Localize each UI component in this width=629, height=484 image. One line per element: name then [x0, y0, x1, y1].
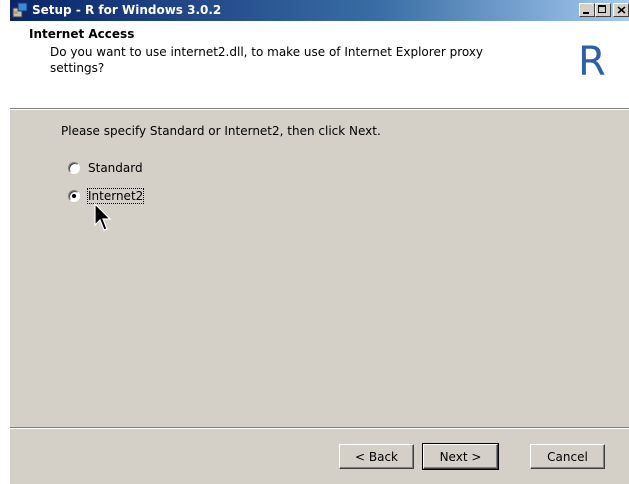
close-button[interactable] [613, 3, 629, 17]
r-logo: R [578, 39, 606, 85]
cancel-button[interactable]: Cancel [530, 444, 605, 469]
maximize-icon [598, 5, 606, 13]
minimize-icon [583, 12, 589, 14]
radio-internet2-circle[interactable] [68, 190, 80, 202]
radio-selected-dot [72, 194, 76, 198]
next-button[interactable]: Next > [422, 443, 499, 470]
maximize-button[interactable] [595, 3, 611, 17]
instruction-text: Please specify Standard or Internet2, th… [61, 124, 381, 138]
radio-internet2-label[interactable]: Internet2 [86, 188, 145, 204]
app-setup-icon [12, 2, 28, 18]
page-description: Do you want to use internet2.dll, to mak… [50, 45, 484, 75]
mouse-cursor-icon [94, 203, 112, 231]
radio-standard-label[interactable]: Standard [88, 161, 143, 175]
minimize-button[interactable] [579, 3, 595, 17]
setup-window: Setup - R for Windows 3.0.2 Internet Acc… [0, 0, 629, 484]
close-icon [617, 6, 626, 14]
radio-standard-circle[interactable] [68, 162, 80, 174]
page-title: Internet Access [29, 27, 135, 41]
back-button[interactable]: < Back [339, 444, 414, 469]
title-bar[interactable]: Setup - R for Windows 3.0.2 [10, 0, 629, 21]
window-title: Setup - R for Windows 3.0.2 [32, 3, 222, 17]
footer-separator-highlight [10, 428, 629, 429]
